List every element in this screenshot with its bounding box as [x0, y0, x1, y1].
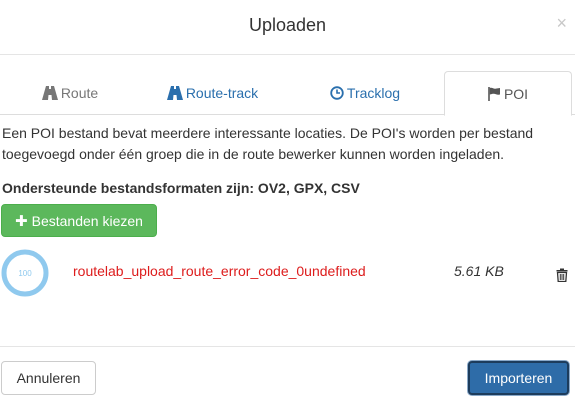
choose-files-label: Bestanden kiezen: [31, 212, 143, 229]
choose-files-button[interactable]: ✚ Bestanden kiezen: [1, 204, 157, 237]
cancel-button[interactable]: Annuleren: [1, 361, 96, 395]
tab-tracklog-label: Tracklog: [346, 85, 401, 101]
clock-icon: [330, 86, 344, 100]
road-icon: [41, 86, 58, 100]
tab-tracklog[interactable]: Tracklog: [305, 71, 425, 115]
modal-title: Uploaden: [248, 15, 327, 35]
tab-route-track-label: Route-track: [185, 85, 259, 101]
tab-route[interactable]: Route: [10, 71, 130, 115]
supported-formats-label: Ondersteunde bestandsformaten zijn: OV2,…: [2, 180, 360, 196]
tab-route-track[interactable]: Route-track: [150, 71, 275, 115]
modal-header: Uploaden ×: [0, 0, 575, 55]
flag-icon: [488, 86, 501, 101]
close-button[interactable]: ×: [556, 14, 567, 32]
file-name: routelab_upload_route_error_code_0undefi…: [73, 263, 366, 279]
import-button[interactable]: Importeren: [468, 361, 569, 395]
file-size: 5.61 KB: [454, 263, 504, 279]
tab-poi[interactable]: POI: [444, 71, 572, 116]
road-icon: [166, 86, 183, 100]
plus-icon: ✚: [15, 212, 28, 230]
upload-progress-circle: 100: [1, 249, 49, 297]
upload-progress-text: 100: [18, 269, 32, 278]
tab-route-label: Route: [60, 85, 99, 101]
upload-tabs: Route Route-track Tracklog POI: [0, 71, 575, 116]
poi-description: Een POI bestand bevat meerdere interessa…: [2, 125, 534, 162]
tab-poi-label: POI: [503, 85, 529, 102]
trash-icon[interactable]: [556, 268, 570, 284]
